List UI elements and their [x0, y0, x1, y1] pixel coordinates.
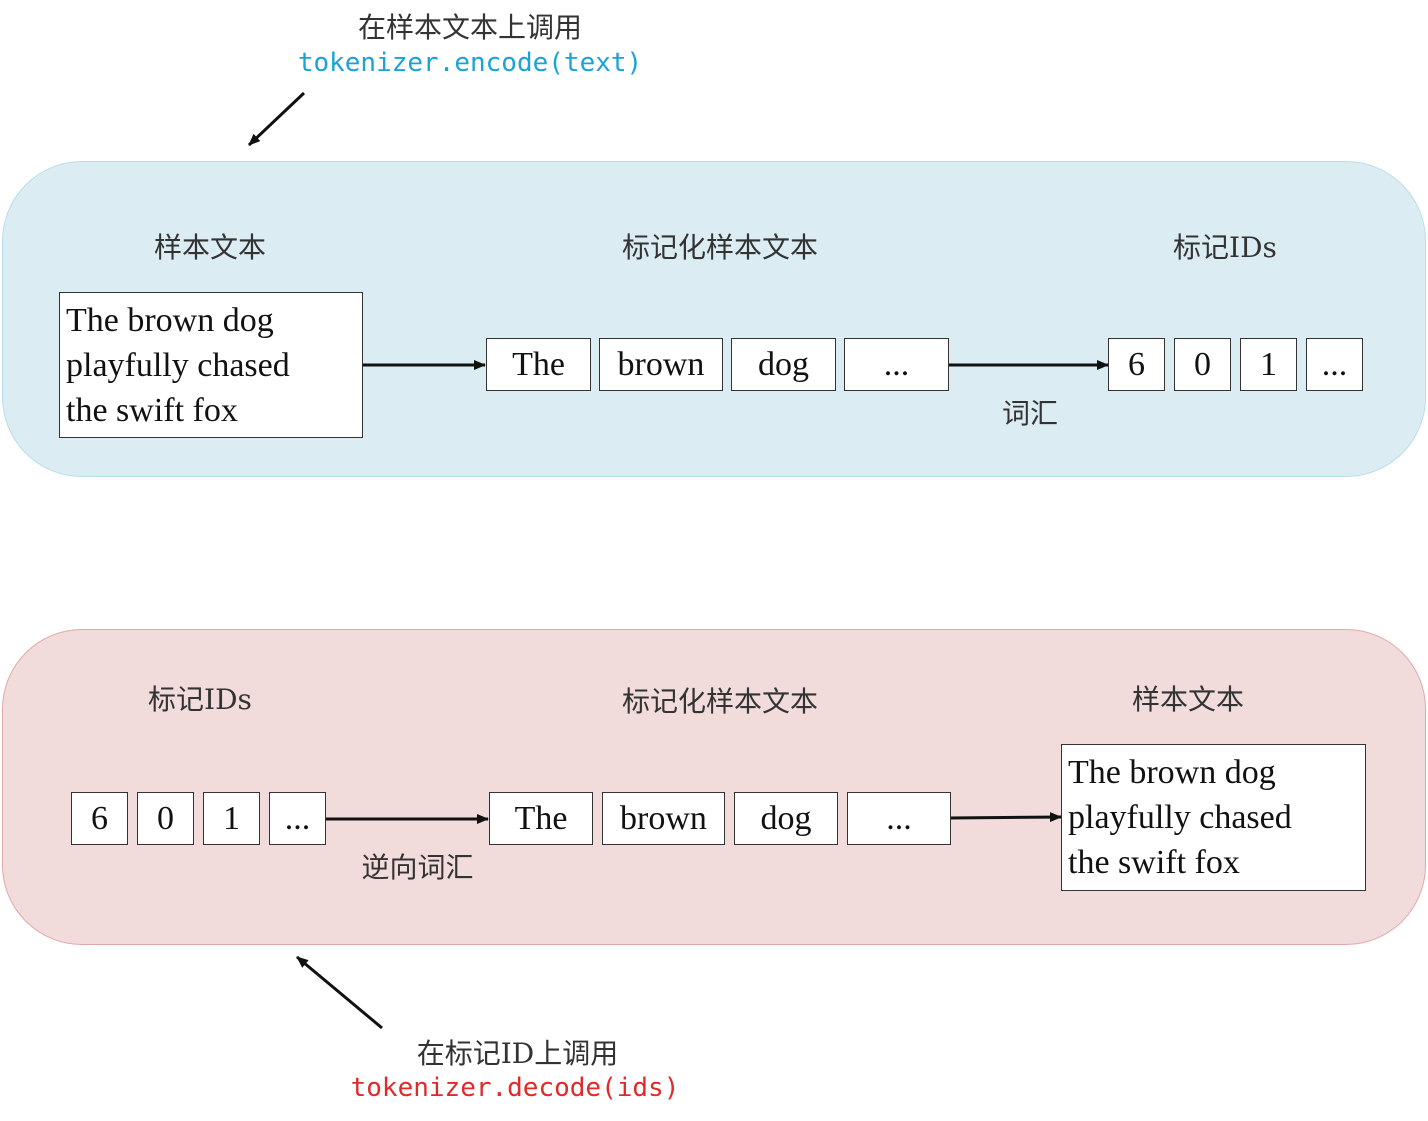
decode-callout-code: tokenizer.decode(ids) — [350, 1073, 680, 1103]
decode-token-box: The — [489, 792, 593, 845]
encode-id-box: 1 — [1240, 338, 1297, 391]
decode-tokens-to-text-arrow — [949, 812, 1062, 823]
encode-id-box: 6 — [1108, 338, 1165, 391]
decode-sample-text-line: playfully chased — [1068, 799, 1292, 836]
decode-sample-text-line: The brown dog — [1068, 754, 1276, 791]
encode-token-box: ... — [844, 338, 949, 391]
decode-sample-text-label: 样本文本 — [1131, 683, 1244, 716]
encode-sample-text-line: playfully chased — [66, 347, 290, 384]
encode-callout-code: tokenizer.encode(text) — [297, 48, 643, 78]
decode-id-box: 0 — [137, 792, 194, 845]
decode-id-box: ... — [269, 792, 326, 845]
decode-token-box: ... — [847, 792, 951, 845]
decode-token-box: brown — [602, 792, 725, 845]
decode-callout-arrow — [296, 955, 383, 1030]
decode-inverse-vocab-label: 逆向词汇 — [361, 851, 474, 884]
decode-id-box: 6 — [71, 792, 128, 845]
encode-tokenized-label: 标记化样本文本 — [621, 231, 818, 264]
encode-callout-caption: 在样本文本上调用 — [357, 11, 582, 44]
decode-sample-text-line: the swift fox — [1068, 844, 1240, 881]
encode-token-box: dog — [731, 338, 836, 391]
encode-sample-text-label: 样本文本 — [153, 231, 266, 264]
decode-id-box: 1 — [203, 792, 260, 845]
encode-id-box: 0 — [1174, 338, 1231, 391]
decode-callout-caption: 在标记ID上调用 — [416, 1037, 619, 1070]
encode-sample-text-box: The brown dog playfully chased the swift… — [59, 292, 363, 438]
encode-token-box: The — [486, 338, 591, 391]
encode-token-ids-label: 标记IDs — [1173, 231, 1277, 264]
decode-tokenized-label: 标记化样本文本 — [621, 685, 818, 718]
decode-token-ids-label: 标记IDs — [148, 683, 252, 716]
encode-callout-arrow — [247, 91, 306, 147]
encode-vocab-label: 词汇 — [1001, 397, 1058, 430]
encode-sample-text-line: the swift fox — [66, 392, 238, 429]
encode-token-box: brown — [599, 338, 723, 391]
decode-sample-text-box: The brown dog playfully chased the swift… — [1061, 744, 1366, 891]
encode-id-box: ... — [1306, 338, 1363, 391]
encode-sample-text-line: The brown dog — [66, 302, 274, 339]
arrows-layer — [247, 91, 1109, 1030]
decode-token-box: dog — [734, 792, 838, 845]
